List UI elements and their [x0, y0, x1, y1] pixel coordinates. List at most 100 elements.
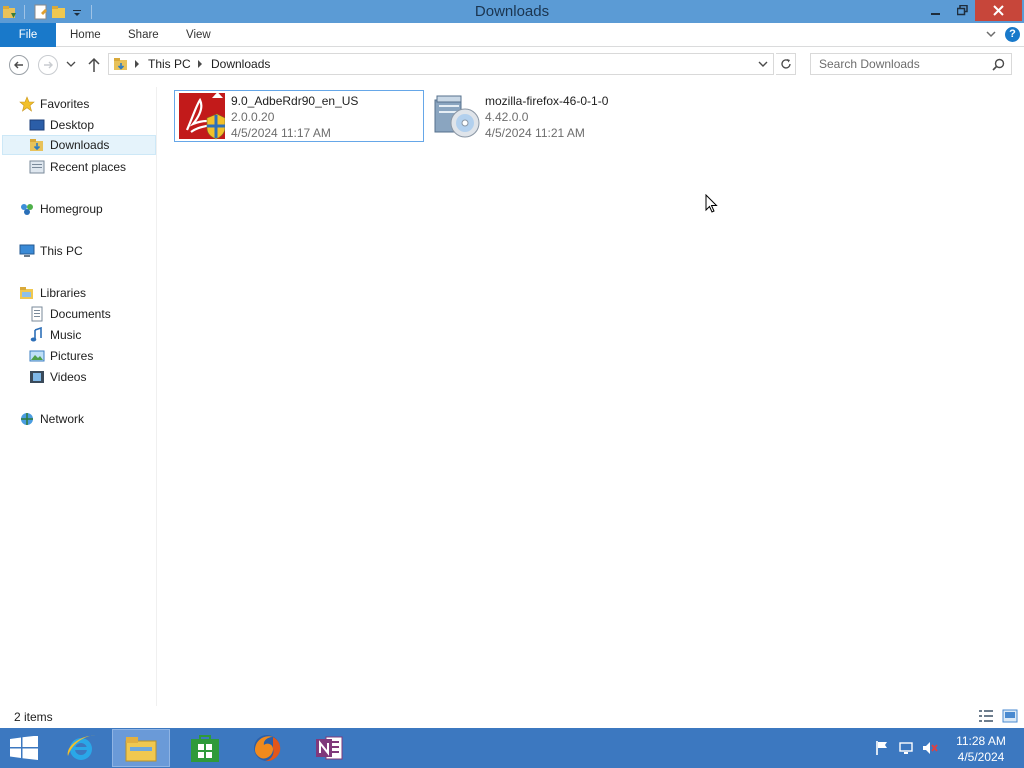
network-status-icon[interactable] — [898, 740, 914, 756]
documents-icon — [29, 306, 45, 322]
status-bar: 2 items — [0, 706, 1024, 728]
navigation-pane: Favorites Desktop Downloads Recent place… — [0, 87, 157, 707]
breadcrumb-arrow-icon[interactable] — [134, 60, 140, 68]
breadcrumb-arrow-icon[interactable] — [197, 60, 203, 68]
taskbar-clock[interactable]: 11:28 AM 4/5/2024 — [946, 733, 1016, 765]
refresh-icon — [780, 59, 791, 69]
sidebar-item-label: Downloads — [50, 138, 110, 152]
ribbon-tabs: File Home Share View ? — [0, 23, 1024, 47]
adobe-reader-installer-icon — [179, 92, 227, 140]
restore-icon — [957, 5, 968, 16]
sidebar-item-homegroup[interactable]: Homegroup — [19, 199, 103, 219]
sidebar-item-label: Desktop — [50, 118, 95, 132]
taskbar-store[interactable] — [176, 729, 234, 767]
search-icon[interactable] — [992, 58, 1005, 71]
search-input[interactable] — [819, 54, 989, 74]
customize-qat-icon[interactable] — [69, 4, 85, 20]
sidebar-item-desktop[interactable]: Desktop — [29, 115, 94, 135]
downloads-folder-icon — [29, 137, 45, 153]
up-arrow-icon[interactable] — [87, 57, 101, 73]
file-version: 4.42.0.0 — [485, 110, 529, 124]
music-note-icon — [29, 327, 45, 343]
taskbar-internet-explorer[interactable] — [52, 729, 110, 767]
mouse-cursor-icon — [705, 194, 718, 213]
file-explorer-icon — [125, 737, 157, 762]
recent-locations-chevron-icon[interactable] — [66, 60, 76, 68]
sidebar-item-pictures[interactable]: Pictures — [29, 346, 93, 366]
qat-separator — [24, 4, 25, 19]
tab-view[interactable]: View — [186, 23, 211, 47]
close-button[interactable] — [975, 0, 1022, 21]
homegroup-icon — [19, 201, 35, 217]
tab-file[interactable]: File — [0, 23, 56, 47]
restore-button[interactable] — [950, 0, 975, 21]
action-center-flag-icon[interactable] — [874, 740, 890, 756]
new-folder-icon[interactable] — [51, 4, 67, 20]
quick-access-toolbar — [0, 0, 98, 23]
taskbar-firefox[interactable] — [238, 729, 296, 767]
sidebar-item-recent-places[interactable]: Recent places — [29, 157, 126, 177]
file-date: 4/5/2024 11:21 AM — [485, 126, 585, 140]
address-dropdown-chevron-icon[interactable] — [757, 58, 769, 70]
sidebar-item-libraries[interactable]: Libraries — [19, 283, 86, 303]
explorer-app-icon[interactable] — [2, 4, 18, 20]
forward-button[interactable] — [38, 55, 58, 75]
expand-ribbon-chevron-icon[interactable] — [984, 27, 998, 41]
breadcrumb-downloads[interactable]: Downloads — [211, 57, 270, 71]
item-count: 2 items — [14, 710, 53, 724]
taskbar-file-explorer[interactable] — [112, 729, 170, 767]
sidebar-item-label: Favorites — [40, 97, 90, 111]
onenote-icon — [316, 736, 343, 760]
file-list: 9.0_AdbeRdr90_en_US 2.0.0.20 4/5/2024 11… — [158, 87, 1024, 707]
properties-icon[interactable] — [33, 4, 49, 20]
libraries-icon — [19, 285, 35, 301]
breadcrumb-this-pc[interactable]: This PC — [148, 57, 191, 71]
desktop-icon — [29, 117, 45, 133]
sidebar-item-label: Music — [50, 328, 82, 342]
tab-share[interactable]: Share — [128, 23, 159, 47]
computer-icon — [19, 243, 35, 259]
network-icon — [19, 411, 35, 427]
volume-muted-icon[interactable] — [922, 740, 938, 756]
sidebar-item-documents[interactable]: Documents — [29, 304, 111, 324]
clock-time: 11:28 AM — [956, 734, 1006, 748]
taskbar-onenote[interactable] — [300, 729, 358, 767]
back-button[interactable] — [9, 55, 29, 75]
details-view-icon[interactable] — [978, 709, 994, 723]
clock-date: 4/5/2024 — [957, 750, 1005, 764]
file-name: 9.0_AdbeRdr90_en_US — [231, 94, 359, 108]
windows-start-icon[interactable] — [10, 736, 38, 760]
file-item[interactable]: mozilla-firefox-46-0-1-0 4.42.0.0 4/5/20… — [428, 90, 678, 142]
recent-places-icon — [29, 159, 45, 175]
file-name: mozilla-firefox-46-0-1-0 — [485, 94, 609, 108]
sidebar-item-videos[interactable]: Videos — [29, 367, 86, 387]
navigation-bar: This PC Downloads — [0, 48, 1024, 81]
installer-disc-icon — [433, 92, 481, 140]
help-icon[interactable]: ? — [1005, 27, 1020, 42]
sidebar-item-music[interactable]: Music — [29, 325, 81, 345]
sidebar-item-label: Network — [40, 412, 85, 426]
sidebar-item-network[interactable]: Network — [19, 409, 84, 429]
minimize-button[interactable] — [922, 0, 950, 21]
sidebar-item-label: Pictures — [50, 349, 94, 363]
refresh-button[interactable] — [776, 53, 796, 75]
videos-film-icon — [29, 369, 45, 385]
search-box[interactable] — [810, 53, 1012, 75]
title-bar: Downloads — [0, 0, 1024, 23]
store-icon — [191, 735, 219, 762]
sidebar-item-downloads[interactable]: Downloads — [2, 135, 156, 155]
sidebar-item-label: Videos — [50, 370, 87, 384]
large-icons-view-icon[interactable] — [1002, 709, 1018, 723]
minimize-icon — [931, 12, 940, 15]
address-bar[interactable]: This PC Downloads — [108, 53, 774, 75]
sidebar-item-favorites[interactable]: Favorites — [19, 94, 89, 114]
taskbar: 11:28 AM 4/5/2024 — [0, 728, 1024, 768]
internet-explorer-icon — [67, 735, 95, 760]
file-item[interactable]: 9.0_AdbeRdr90_en_US 2.0.0.20 4/5/2024 11… — [174, 90, 424, 142]
tab-home[interactable]: Home — [70, 23, 101, 47]
file-date: 4/5/2024 11:17 AM — [231, 126, 331, 140]
firefox-icon — [254, 735, 281, 762]
sidebar-item-this-pc[interactable]: This PC — [19, 241, 83, 261]
sidebar-item-label: Recent places — [50, 160, 127, 174]
close-icon — [993, 5, 1004, 16]
